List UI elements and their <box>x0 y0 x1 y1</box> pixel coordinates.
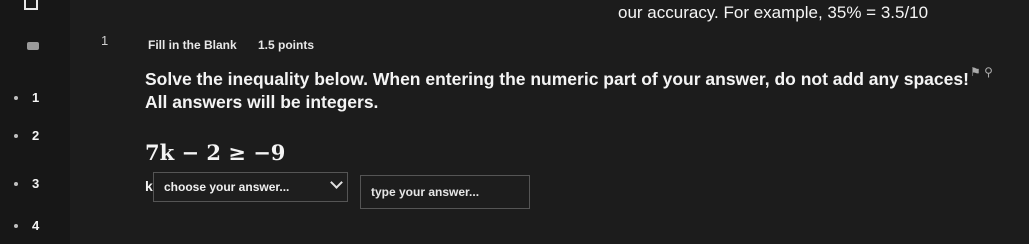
question-sidebar: 1 2 3 4 <box>0 0 70 244</box>
sidebar-question-3[interactable]: 3 <box>14 176 39 191</box>
sidebar-question-label: 2 <box>32 128 40 143</box>
chevron-down-icon <box>330 176 343 189</box>
bullet-icon <box>14 133 18 138</box>
keyboard-icon[interactable] <box>27 42 39 50</box>
question-number: 1 <box>101 33 109 48</box>
inequality-expression: 7k − 2 ≥ −9 <box>145 140 286 165</box>
sidebar-question-label: 3 <box>32 176 40 191</box>
bullet-icon <box>14 223 18 228</box>
sidebar-question-4[interactable]: 4 <box>14 218 39 233</box>
sidebar-question-label: 4 <box>32 218 40 233</box>
bullet-icon <box>14 95 18 100</box>
bullet-icon <box>14 181 18 186</box>
variable-label: k <box>145 178 153 194</box>
comparison-select[interactable]: choose your answer... <box>153 172 348 202</box>
answer-input[interactable] <box>360 175 530 209</box>
question-type: Fill in the Blank <box>148 38 237 52</box>
sidebar-question-2[interactable]: 2 <box>14 128 39 143</box>
sidebar-question-1[interactable]: 1 <box>14 90 39 105</box>
instructions-text: our accuracy. For example, 35% = 3.5/10 <box>618 3 929 22</box>
select-placeholder: choose your answer... <box>164 180 290 194</box>
question-points: 1.5 points <box>258 38 315 52</box>
tray-icon[interactable] <box>24 0 38 10</box>
sidebar-question-label: 1 <box>32 90 40 105</box>
question-prompt: Solve the inequality below. When enterin… <box>145 69 969 112</box>
